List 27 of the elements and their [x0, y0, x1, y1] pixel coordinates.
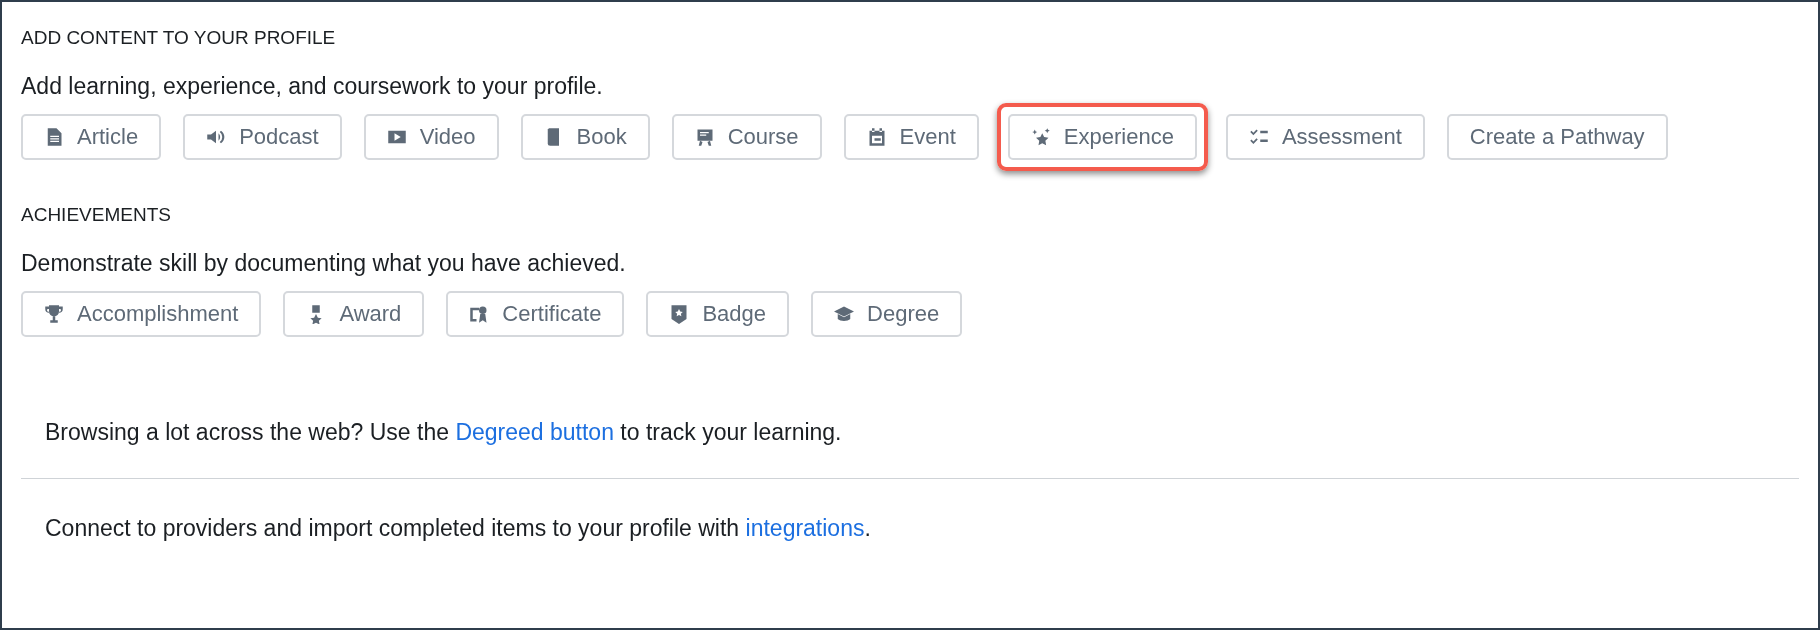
add-button[interactable]: Book: [520, 114, 650, 160]
add-button[interactable]: Certificate: [446, 291, 625, 337]
stars-icon: [1030, 127, 1051, 147]
section-description: Add learning, experience, and coursework to your profile.: [21, 73, 604, 100]
add-button[interactable]: Article: [21, 114, 162, 160]
shield-icon: [669, 304, 690, 324]
add-button[interactable]: Video: [363, 114, 499, 160]
add-button[interactable]: Badge: [646, 291, 790, 337]
add-button[interactable]: Degree: [811, 291, 963, 337]
checklist-icon: [1248, 127, 1269, 147]
section-heading: ACHIEVEMENTS: [21, 204, 172, 226]
inline-link[interactable]: integrations: [745, 515, 865, 541]
add-button[interactable]: Event: [843, 114, 979, 160]
add-button[interactable]: Award: [283, 291, 425, 337]
section-description: Demonstrate skill by documenting what you have achieved.: [21, 250, 627, 277]
info-text: Connect to providers and import completed items to your profile with integrations.: [44, 515, 872, 542]
trophy-icon: [44, 304, 64, 324]
inline-link[interactable]: Degreed button: [455, 419, 614, 445]
graduation-cap-icon: [834, 304, 855, 324]
add-button[interactable]: Assessment: [1225, 114, 1425, 160]
info-text: Browsing a lot across the web? Use the Degreed button to track your learning.: [44, 419, 843, 446]
add-button[interactable]: Podcast: [183, 114, 342, 160]
add-button[interactable]: Create a Pathway: [1446, 114, 1668, 160]
section-heading: ADD CONTENT TO YOUR PROFILE: [21, 27, 337, 49]
add-button[interactable]: Experience: [1007, 114, 1197, 160]
add-button[interactable]: Accomplishment: [21, 291, 262, 337]
add-button[interactable]: Course: [671, 114, 822, 160]
